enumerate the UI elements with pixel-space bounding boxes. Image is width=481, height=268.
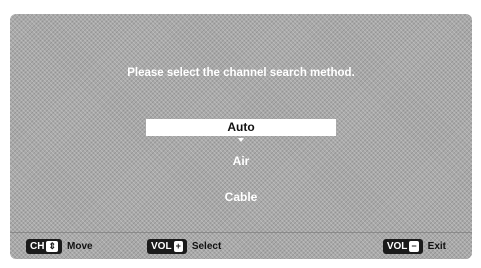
select-label: Select [191, 241, 222, 252]
option-auto[interactable]: Auto [146, 119, 336, 136]
vol-plus-key[interactable]: VOL + [147, 239, 187, 254]
updown-icon: ⇕ [46, 241, 58, 252]
move-label: Move [67, 241, 93, 252]
vol-key-label: VOL [386, 241, 408, 252]
vol-key-label: VOL [151, 241, 172, 252]
minus-icon: − [409, 241, 419, 252]
button-hints-bar: CH ⇕ Move VOL + Select VOL − Exit [10, 232, 472, 259]
prompt-text: Please select the channel search method. [127, 67, 355, 79]
plus-icon: + [173, 241, 183, 252]
ch-key-label: CH [30, 241, 45, 252]
hint-select: VOL + Select [147, 239, 221, 254]
hint-move: CH ⇕ Move [26, 239, 93, 254]
tv-setup-screen: Please select the channel search method.… [10, 14, 472, 259]
option-cable[interactable]: Cable [225, 190, 258, 204]
hint-exit: VOL − Exit [382, 239, 446, 254]
down-arrow-icon [238, 138, 244, 142]
exit-label: Exit [427, 241, 446, 252]
option-air[interactable]: Air [233, 154, 250, 168]
vol-minus-key[interactable]: VOL − [382, 239, 423, 254]
ch-key[interactable]: CH ⇕ [26, 239, 62, 254]
